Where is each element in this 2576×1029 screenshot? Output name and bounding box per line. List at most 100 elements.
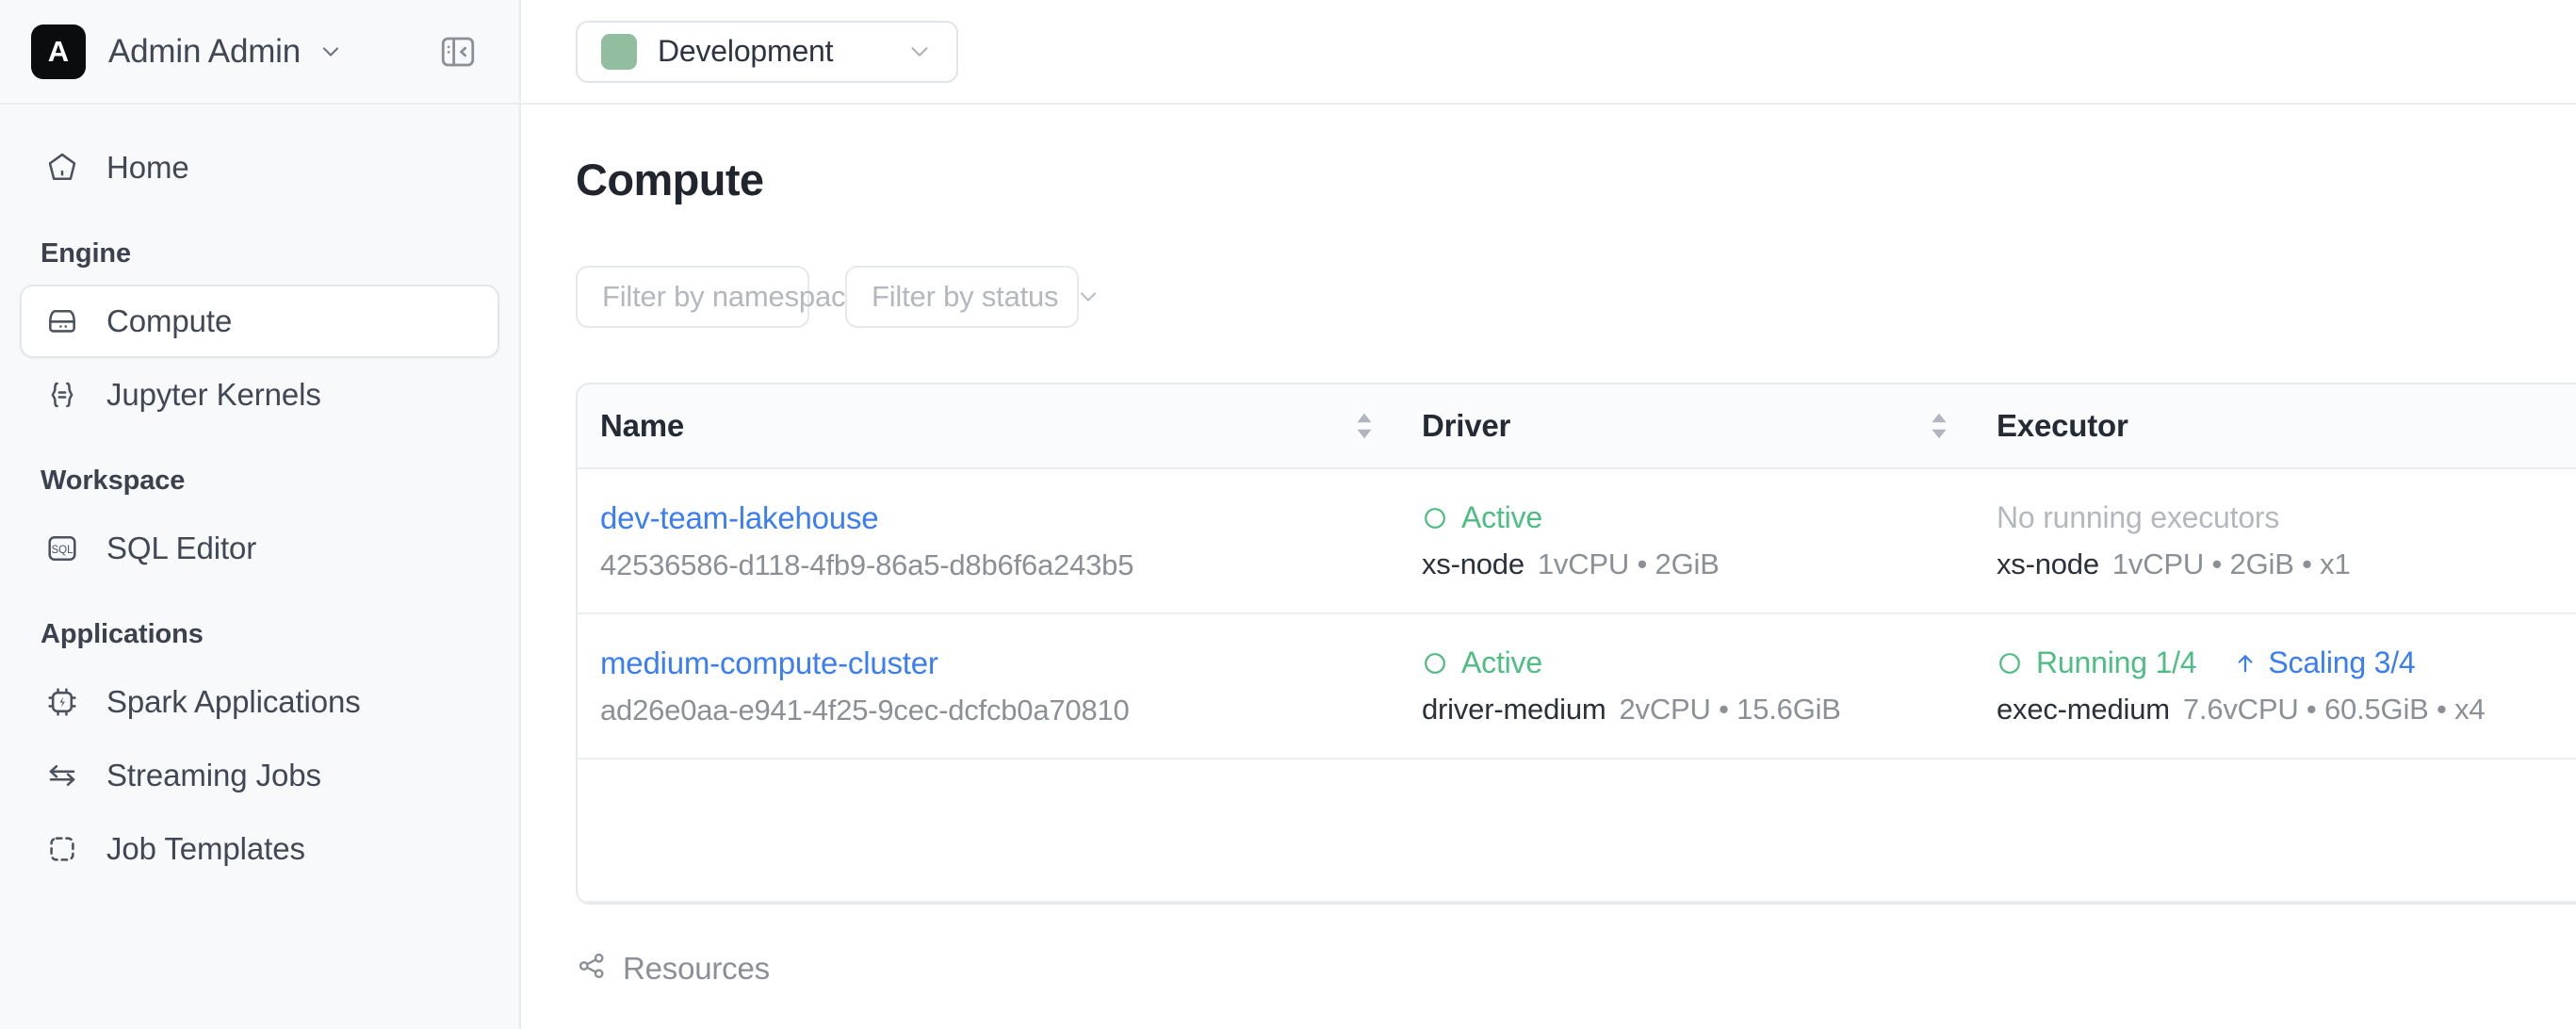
empty-cell	[1974, 759, 2576, 903]
page-title: Compute	[576, 155, 764, 204]
arrow-up-icon	[2238, 654, 2253, 672]
filter-namespace[interactable]: Filter by namespace	[576, 266, 900, 328]
chevron-down-icon[interactable]	[318, 39, 344, 65]
sidebar-item-streaming-jobs[interactable]: Streaming Jobs	[20, 739, 499, 812]
sidebar-header: A Admin Admin	[0, 0, 519, 105]
empty-cell	[1399, 759, 1974, 903]
column-header-label: Executor	[1997, 408, 2128, 443]
table-row[interactable]: dev-team-lakehouse 42536586-d118-4fb9-86…	[578, 468, 2576, 614]
filter-status-placeholder: Filter by status	[872, 280, 1059, 313]
executor-status-label: No running executors	[1997, 500, 2280, 534]
sql-icon: SQL	[42, 529, 82, 568]
status-circle-icon	[1999, 652, 2020, 674]
sidebar-item-label: Home	[106, 150, 189, 185]
chevron-down-icon	[1058, 284, 1101, 310]
driver-resources: 1vCPU • 2GiB	[1537, 547, 1720, 580]
column-header-label: Name	[600, 408, 685, 443]
executor-status: No running executors	[1997, 500, 2576, 535]
executor-spec: xs-node 1vCPU • 2GiB • x1	[1997, 547, 2576, 581]
cell-name: medium-compute-cluster ad26e0aa-e941-4f2…	[578, 613, 1399, 760]
user-name[interactable]: Admin Admin	[108, 33, 301, 71]
executor-scaling-label: Scaling 3/4	[2268, 645, 2416, 679]
executor-status-label: Running 1/4	[2036, 645, 2197, 679]
sidebar-item-spark-applications[interactable]: Spark Applications	[20, 665, 499, 739]
app-root: A Admin Admin Home Engine Compute Jupyte…	[0, 0, 2576, 1029]
driver-spec: xs-node 1vCPU • 2GiB	[1422, 547, 1951, 581]
cluster-name-link[interactable]: medium-compute-cluster	[600, 645, 1377, 681]
driver-status: Active	[1422, 500, 1951, 535]
table-empty-row	[578, 759, 2576, 903]
environment-color-swatch	[601, 33, 637, 70]
sidebar-item-sql-editor[interactable]: SQL SQL Editor	[20, 512, 499, 585]
svg-text:SQL: SQL	[51, 545, 73, 556]
executor-resources: 1vCPU • 2GiB • x1	[2111, 547, 2351, 580]
sort-icon[interactable]	[1352, 410, 1377, 442]
table-header-row: Name Driver Executor	[578, 384, 2576, 469]
executor-scaling: Scaling 3/4	[2232, 645, 2416, 680]
driver-spec: driver-medium 2vCPU • 15.6GiB	[1422, 693, 1951, 727]
sidebar-item-label: Compute	[106, 303, 233, 338]
executor-node-type: xs-node	[1997, 547, 2099, 580]
filter-status[interactable]: Filter by status	[845, 266, 1097, 328]
column-header-executor[interactable]: Executor	[1974, 384, 2576, 469]
sidebar-section-engine: Engine	[41, 238, 132, 269]
jupyter-kernel-icon	[42, 375, 82, 415]
avatar: A	[31, 24, 86, 79]
filter-namespace-placeholder: Filter by namespace	[602, 280, 862, 313]
chevron-down-icon	[881, 38, 934, 66]
column-header-name[interactable]: Name	[578, 384, 1399, 469]
column-header-driver[interactable]: Driver	[1399, 384, 1974, 469]
compute-table: Name Driver Executor dev-team-lakehouse …	[576, 383, 2576, 905]
cell-driver: Active driver-medium 2vCPU • 15.6GiB	[1399, 613, 1974, 760]
cluster-id: 42536586-d118-4fb9-86a5-d8b6f6a243b5	[600, 547, 1134, 581]
sidebar-item-job-templates[interactable]: Job Templates	[20, 812, 499, 886]
cluster-id: ad26e0aa-e941-4f25-9cec-dcfcb0a70810	[600, 693, 1130, 727]
page-content: Compute Filter by namespace Filter by st…	[521, 105, 2576, 1029]
cluster-name-link[interactable]: dev-team-lakehouse	[600, 500, 1377, 536]
resources-section[interactable]: Resources	[576, 950, 2576, 987]
status-circle-icon	[1425, 652, 1445, 674]
sidebar-section-workspace: Workspace	[41, 466, 186, 496]
executor-spec: exec-medium 7.6vCPU • 60.5GiB • x4	[1997, 693, 2576, 727]
status-circle-icon	[1425, 507, 1445, 529]
executor-resources: 7.6vCPU • 60.5GiB • x4	[2182, 693, 2486, 726]
sidebar-item-label: SQL Editor	[106, 531, 257, 565]
streaming-arrows-icon	[42, 756, 82, 795]
environment-label: Development	[658, 34, 834, 68]
sidebar-item-compute[interactable]: Compute	[20, 285, 499, 358]
sidebar-section-applications: Applications	[41, 619, 204, 649]
sidebar-nav: Home Engine Compute Jupyter Kernels Work…	[0, 105, 519, 1029]
resources-label: Resources	[623, 950, 770, 986]
driver-status-label: Active	[1461, 645, 1542, 679]
column-header-label: Driver	[1422, 408, 1511, 443]
driver-resources: 2vCPU • 15.6GiB	[1619, 693, 1841, 726]
filter-bar: Filter by namespace Filter by status	[576, 266, 2576, 328]
home-icon	[42, 148, 82, 188]
collapse-sidebar-icon[interactable]	[433, 27, 482, 76]
driver-status: Active	[1422, 645, 1951, 680]
sidebar-item-label: Spark Applications	[106, 684, 361, 719]
table-row[interactable]: medium-compute-cluster ad26e0aa-e941-4f2…	[578, 613, 2576, 760]
sidebar-item-jupyter-kernels[interactable]: Jupyter Kernels	[20, 358, 499, 432]
sort-icon[interactable]	[1927, 410, 1951, 442]
executor-node-type: exec-medium	[1997, 693, 2170, 726]
empty-cell	[578, 759, 1399, 903]
cell-name: dev-team-lakehouse 42536586-d118-4fb9-86…	[578, 468, 1399, 614]
sidebar-item-label: Streaming Jobs	[106, 758, 321, 792]
sidebar-item-home[interactable]: Home	[20, 131, 499, 204]
driver-status-label: Active	[1461, 500, 1542, 534]
sidebar: A Admin Admin Home Engine Compute Jupyte…	[0, 0, 521, 1029]
cell-driver: Active xs-node 1vCPU • 2GiB	[1399, 468, 1974, 614]
driver-node-type: xs-node	[1422, 547, 1524, 580]
share-nodes-icon	[576, 950, 608, 987]
main-area: Development Compute Filter by namespace …	[521, 0, 2576, 1029]
executor-status: Running 1/4 Scaling 3/4	[1997, 645, 2576, 680]
topbar: Development	[521, 0, 2576, 105]
dashed-square-icon	[42, 829, 82, 869]
environment-selector[interactable]: Development	[576, 20, 958, 83]
cell-executor: Running 1/4 Scaling 3/4 exec-medium 7.6v…	[1974, 613, 2576, 760]
driver-node-type: driver-medium	[1422, 693, 1606, 726]
compute-icon	[42, 302, 82, 341]
sidebar-item-label: Jupyter Kernels	[106, 377, 321, 412]
sidebar-item-label: Job Templates	[106, 831, 305, 866]
